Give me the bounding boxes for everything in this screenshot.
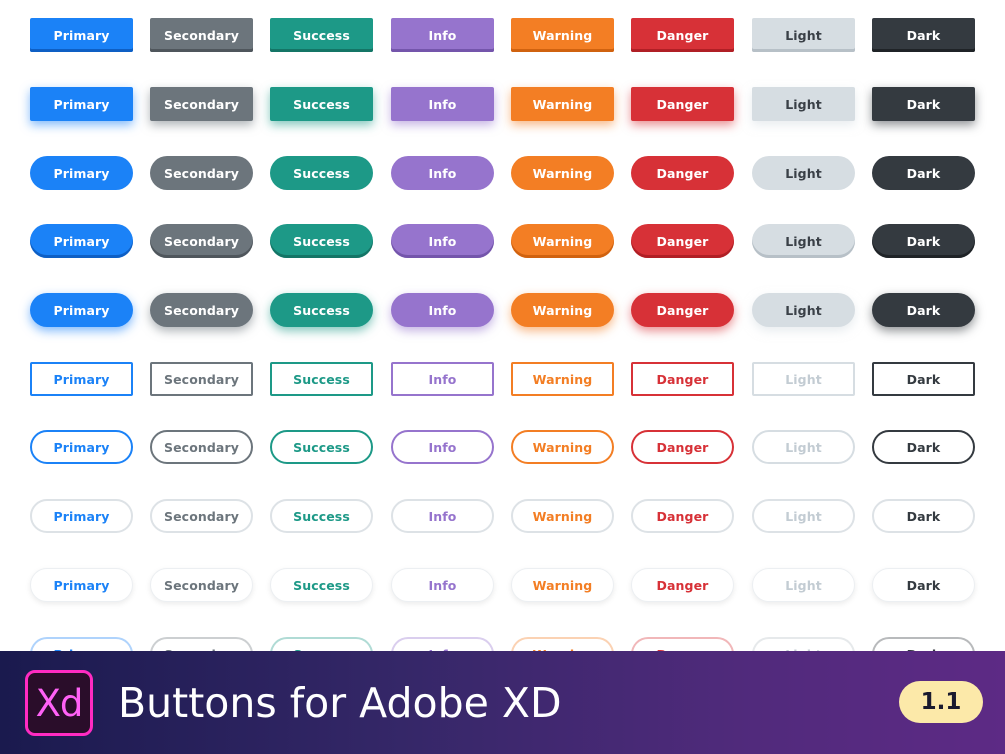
warning-button-outline-pill[interactable]: Warning xyxy=(511,430,614,464)
light-button-outline-pill-faint[interactable]: Light xyxy=(752,637,855,651)
secondary-button-outline-pill[interactable]: Secondary xyxy=(150,430,253,464)
secondary-button-solid-square-3d[interactable]: Secondary xyxy=(150,18,253,52)
danger-button-solid-square-glow[interactable]: Danger xyxy=(631,87,734,121)
info-button-solid-square-glow[interactable]: Info xyxy=(391,87,494,121)
dark-button-outline-pill-faint[interactable]: Dark xyxy=(872,637,975,651)
primary-button-ghost-pill-grey-border[interactable]: Primary xyxy=(30,499,133,533)
primary-button-outline-pill[interactable]: Primary xyxy=(30,430,133,464)
warning-button-outline-square[interactable]: Warning xyxy=(511,362,614,396)
secondary-button-ghost-pill-shadow[interactable]: Secondary xyxy=(150,568,253,602)
warning-button-ghost-pill-grey-border[interactable]: Warning xyxy=(511,499,614,533)
dark-button-solid-square-glow[interactable]: Dark xyxy=(872,87,975,121)
secondary-button-solid-square-glow[interactable]: Secondary xyxy=(150,87,253,121)
danger-button-solid-pill[interactable]: Danger xyxy=(631,156,734,190)
secondary-button-outline-pill-faint[interactable]: Secondary xyxy=(150,637,253,651)
adobe-xd-logo: Xd xyxy=(25,670,93,736)
success-button-outline-pill[interactable]: Success xyxy=(270,430,373,464)
light-button-solid-pill-glow[interactable]: Light xyxy=(752,293,855,327)
dark-button-ghost-pill-shadow[interactable]: Dark xyxy=(872,568,975,602)
info-button-solid-pill[interactable]: Info xyxy=(391,156,494,190)
warning-button-solid-pill-3d[interactable]: Warning xyxy=(511,224,614,258)
danger-button-outline-pill-faint[interactable]: Danger xyxy=(631,637,734,651)
light-button-solid-pill[interactable]: Light xyxy=(752,156,855,190)
danger-button-outline-pill[interactable]: Danger xyxy=(631,430,734,464)
info-button-ghost-pill-grey-border[interactable]: Info xyxy=(391,499,494,533)
success-button-solid-square-glow[interactable]: Success xyxy=(270,87,373,121)
warning-button-solid-square-3d[interactable]: Warning xyxy=(511,18,614,52)
success-button-outline-square[interactable]: Success xyxy=(270,362,373,396)
primary-button-solid-square-3d[interactable]: Primary xyxy=(30,18,133,52)
light-button-solid-pill-3d[interactable]: Light xyxy=(752,224,855,258)
dark-button-solid-square-3d[interactable]: Dark xyxy=(872,18,975,52)
primary-button-solid-pill[interactable]: Primary xyxy=(30,156,133,190)
danger-button-ghost-pill-shadow[interactable]: Danger xyxy=(631,568,734,602)
dark-button-ghost-pill-grey-border[interactable]: Dark xyxy=(872,499,975,533)
primary-button-ghost-pill-shadow[interactable]: Primary xyxy=(30,568,133,602)
light-button-ghost-pill-shadow[interactable]: Light xyxy=(752,568,855,602)
warning-button-ghost-pill-shadow[interactable]: Warning xyxy=(511,568,614,602)
primary-button-solid-square-glow[interactable]: Primary xyxy=(30,87,133,121)
version-badge: 1.1 xyxy=(899,681,983,723)
warning-button-solid-pill[interactable]: Warning xyxy=(511,156,614,190)
dark-button-outline-pill[interactable]: Dark xyxy=(872,430,975,464)
dark-button-outline-square[interactable]: Dark xyxy=(872,362,975,396)
success-button-outline-pill-faint[interactable]: Success xyxy=(270,637,373,651)
danger-button-solid-square-3d[interactable]: Danger xyxy=(631,18,734,52)
button-showcase-grid: Primary Secondary Success Info Warning Danger… xyxy=(0,0,1005,651)
danger-button-solid-pill-3d[interactable]: Danger xyxy=(631,224,734,258)
success-button-solid-square-3d[interactable]: Success xyxy=(270,18,373,52)
success-button-solid-pill-glow[interactable]: Success xyxy=(270,293,373,327)
primary-button-solid-pill-3d[interactable]: Primary xyxy=(30,224,133,258)
dark-button-solid-pill[interactable]: Dark xyxy=(872,156,975,190)
success-button-solid-pill-3d[interactable]: Success xyxy=(270,224,373,258)
warning-button-solid-square-glow[interactable]: Warning xyxy=(511,87,614,121)
primary-button-outline-square[interactable]: Primary xyxy=(30,362,133,396)
banner-title: Buttons for Adobe XD xyxy=(118,679,562,727)
secondary-button-ghost-pill-grey-border[interactable]: Secondary xyxy=(150,499,253,533)
dark-button-solid-pill-glow[interactable]: Dark xyxy=(872,293,975,327)
primary-button-outline-pill-faint[interactable]: Primary xyxy=(30,637,133,651)
info-button-solid-square-3d[interactable]: Info xyxy=(391,18,494,52)
danger-button-solid-pill-glow[interactable]: Danger xyxy=(631,293,734,327)
light-button-ghost-pill-grey-border[interactable]: Light xyxy=(752,499,855,533)
primary-button-solid-pill-glow[interactable]: Primary xyxy=(30,293,133,327)
secondary-button-solid-pill-3d[interactable]: Secondary xyxy=(150,224,253,258)
secondary-button-outline-square[interactable]: Secondary xyxy=(150,362,253,396)
light-button-solid-square-glow[interactable]: Light xyxy=(752,87,855,121)
danger-button-ghost-pill-grey-border[interactable]: Danger xyxy=(631,499,734,533)
light-button-solid-square-3d[interactable]: Light xyxy=(752,18,855,52)
info-button-outline-pill-faint[interactable]: Info xyxy=(391,637,494,651)
secondary-button-solid-pill-glow[interactable]: Secondary xyxy=(150,293,253,327)
info-button-ghost-pill-shadow[interactable]: Info xyxy=(391,568,494,602)
danger-button-outline-square[interactable]: Danger xyxy=(631,362,734,396)
info-button-outline-square[interactable]: Info xyxy=(391,362,494,396)
info-button-solid-pill-glow[interactable]: Info xyxy=(391,293,494,327)
info-button-outline-pill[interactable]: Info xyxy=(391,430,494,464)
success-button-ghost-pill-grey-border[interactable]: Success xyxy=(270,499,373,533)
info-button-solid-pill-3d[interactable]: Info xyxy=(391,224,494,258)
dark-button-solid-pill-3d[interactable]: Dark xyxy=(872,224,975,258)
light-button-outline-pill[interactable]: Light xyxy=(752,430,855,464)
light-button-outline-square[interactable]: Light xyxy=(752,362,855,396)
warning-button-solid-pill-glow[interactable]: Warning xyxy=(511,293,614,327)
warning-button-outline-pill-faint[interactable]: Warning xyxy=(511,637,614,651)
success-button-solid-pill[interactable]: Success xyxy=(270,156,373,190)
secondary-button-solid-pill[interactable]: Secondary xyxy=(150,156,253,190)
success-button-ghost-pill-shadow[interactable]: Success xyxy=(270,568,373,602)
